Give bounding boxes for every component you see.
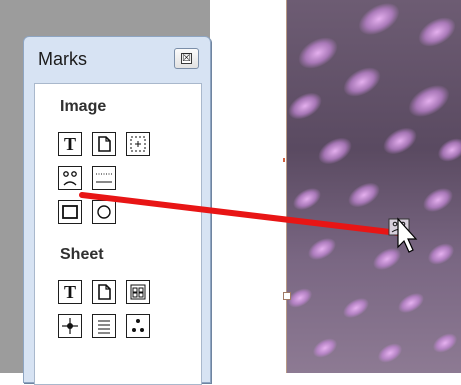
drag-path bbox=[79, 192, 418, 253]
